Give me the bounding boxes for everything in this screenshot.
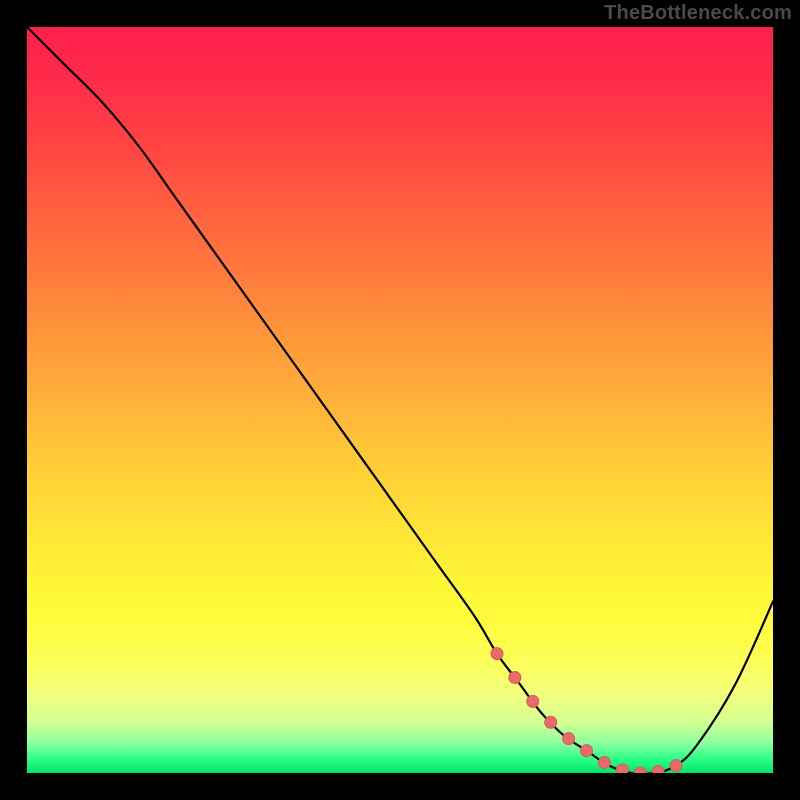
curve-marker [598,757,610,769]
watermark-text: TheBottleneck.com [604,2,792,25]
plot-area [27,27,773,773]
curve-marker [634,767,646,773]
curve-marker [670,760,682,772]
curve-marker [652,766,664,773]
bottleneck-curve [27,27,773,773]
curve-marker [545,716,557,728]
marker-group [491,648,682,773]
curve-marker [491,648,503,660]
curve-marker [509,672,521,684]
curve-marker [581,745,593,757]
curve-marker [527,695,539,707]
curve-svg [27,27,773,773]
curve-marker [616,764,628,773]
chart-frame: TheBottleneck.com [0,0,800,800]
curve-marker [563,733,575,745]
